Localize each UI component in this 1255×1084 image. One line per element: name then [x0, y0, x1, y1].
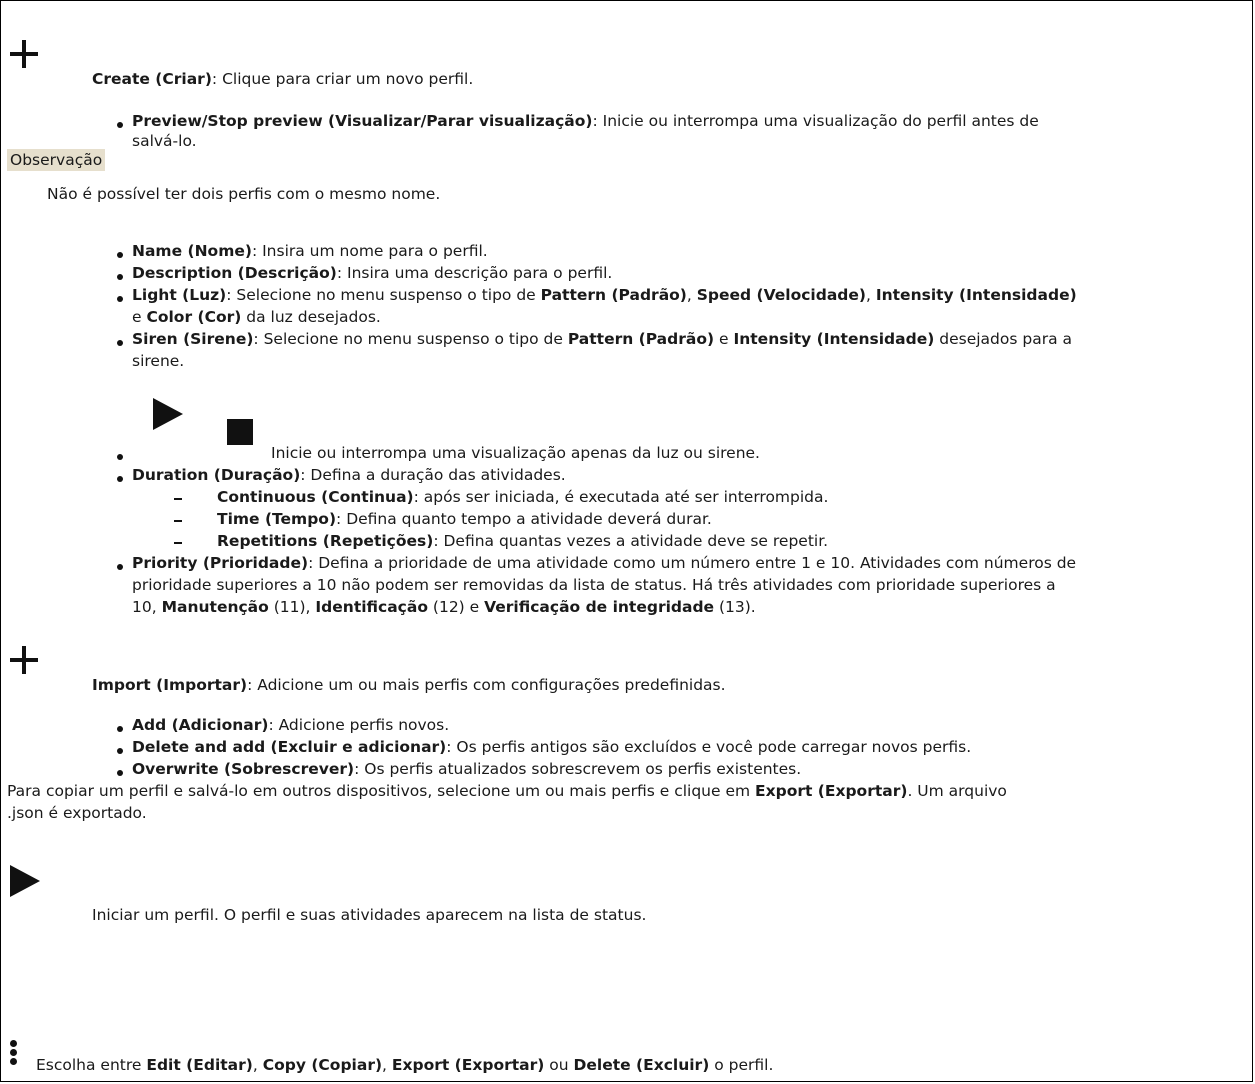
start-description: Iniciar um perfil. O perfil e suas ativi…: [92, 906, 647, 924]
duration-time: Time (Tempo): Defina quanto tempo a ativ…: [217, 510, 712, 528]
field-name: Name (Nome): Insira um nome para o perfi…: [132, 242, 488, 260]
field-siren: Siren (Sirene): Selecione no menu suspen…: [132, 330, 1072, 348]
field-priority-cont2: 10, Manutenção (11), Identificação (12) …: [132, 598, 756, 616]
field-siren-cont: sirene.: [132, 352, 185, 370]
import-overwrite: Overwrite (Sobrescrever): Os perfis atua…: [132, 760, 802, 778]
note-label: Observação: [7, 149, 106, 171]
dash: [174, 498, 182, 500]
field-light-cont: e Color (Cor) da luz desejados.: [132, 308, 381, 326]
bullet: [117, 748, 123, 754]
bullet: [117, 340, 123, 346]
bullet: [117, 274, 123, 280]
import-delete-add: Delete and add (Excluir e adicionar): Os…: [132, 738, 972, 756]
import-add: Add (Adicionar): Adicione perfis novos.: [132, 716, 450, 734]
create-description: Create (Criar): Clique para criar um nov…: [92, 70, 474, 88]
stop-icon[interactable]: [227, 419, 253, 445]
dash: [174, 520, 182, 522]
duration-repetitions: Repetitions (Repetições): Defina quantas…: [217, 532, 829, 550]
dash: [174, 542, 182, 544]
bullet: [117, 564, 123, 570]
playstop-text: Inicie ou interrompa uma visualização ap…: [271, 444, 760, 462]
preview-item-cont: salvá-lo.: [132, 132, 197, 150]
bullet: [117, 296, 123, 302]
menu-description: Escolha entre Edit (Editar), Copy (Copia…: [36, 1056, 774, 1074]
bullet: [117, 252, 123, 258]
play-icon[interactable]: [153, 398, 183, 430]
field-description: Description (Descrição): Insira uma desc…: [132, 264, 613, 282]
more-vertical-icon[interactable]: [10, 1040, 18, 1067]
field-duration: Duration (Duração): Defina a duração das…: [132, 466, 566, 484]
duration-continuous: Continuous (Continua): após ser iniciada…: [217, 488, 829, 506]
note-text: Não é possível ter dois perfis com o mes…: [47, 185, 441, 203]
field-light: Light (Luz): Selecione no menu suspenso …: [132, 286, 1077, 304]
bullet: [117, 770, 123, 776]
bullet: [117, 726, 123, 732]
import-description: Import (Importar): Adicione um ou mais p…: [92, 676, 726, 694]
export-paragraph-cont: .json é exportado.: [7, 804, 147, 822]
plus-icon[interactable]: [10, 646, 38, 674]
bullet: [117, 476, 123, 482]
preview-item: Preview/Stop preview (Visualizar/Parar v…: [132, 112, 1039, 130]
field-priority-cont: prioridade superiores a 10 não podem ser…: [132, 576, 1056, 594]
export-paragraph: Para copiar um perfil e salvá-lo em outr…: [7, 782, 1007, 800]
field-priority: Priority (Prioridade): Defina a priorida…: [132, 554, 1077, 572]
bullet: [117, 122, 123, 128]
plus-icon[interactable]: [10, 40, 38, 68]
play-icon[interactable]: [10, 865, 40, 897]
bullet: [117, 454, 123, 460]
